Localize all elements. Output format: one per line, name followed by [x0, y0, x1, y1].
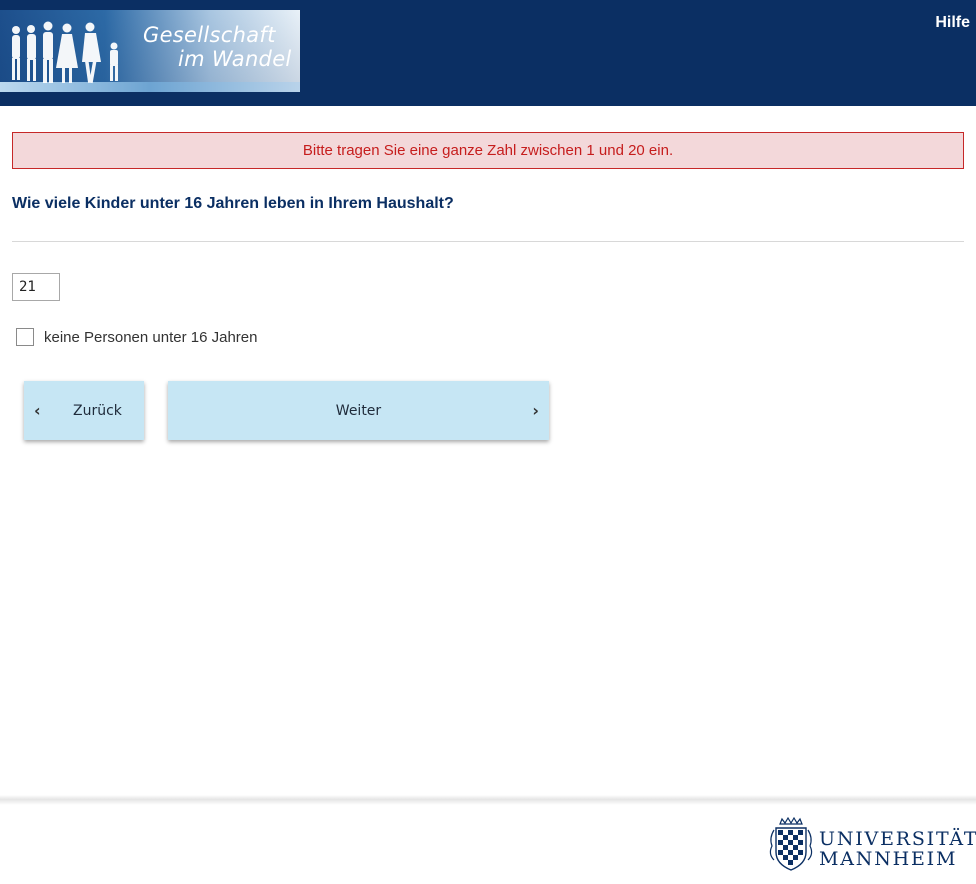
logo-title-line1: Gesellschaft: [143, 23, 276, 47]
site-logo[interactable]: Gesellschaft im Wandel: [0, 10, 300, 92]
university-name-line1: UNIVERSITÄT: [819, 828, 976, 850]
divider: [12, 241, 964, 242]
next-button-label: Weiter: [335, 402, 382, 419]
chevron-left-icon: ‹: [34, 401, 41, 420]
university-emblem-icon: [769, 816, 813, 871]
back-button-label: Zurück: [73, 402, 122, 419]
logo-title-line2: im Wandel: [178, 47, 292, 71]
question-text: Wie viele Kinder unter 16 Jahren leben i…: [12, 195, 454, 212]
university-logo[interactable]: UNIVERSITÄT MANNHEIM: [766, 816, 976, 872]
university-name-line2: MANNHEIM: [819, 848, 958, 870]
no-children-checkbox[interactable]: [16, 328, 34, 346]
footer-divider: [0, 795, 976, 805]
children-count-input[interactable]: [12, 273, 60, 301]
header-bar: Gesellschaft im Wandel Hilfe: [0, 0, 976, 106]
chevron-right-icon: ›: [532, 401, 539, 420]
people-silhouettes-icon: [12, 21, 118, 84]
help-link[interactable]: Hilfe: [935, 14, 970, 32]
no-children-label[interactable]: keine Personen unter 16 Jahren: [44, 329, 257, 346]
back-button[interactable]: ‹ Zurück: [24, 381, 144, 440]
error-message: Bitte tragen Sie eine ganze Zahl zwische…: [12, 132, 964, 169]
no-children-option[interactable]: keine Personen unter 16 Jahren: [16, 328, 257, 346]
next-button[interactable]: Weiter ›: [168, 381, 549, 440]
